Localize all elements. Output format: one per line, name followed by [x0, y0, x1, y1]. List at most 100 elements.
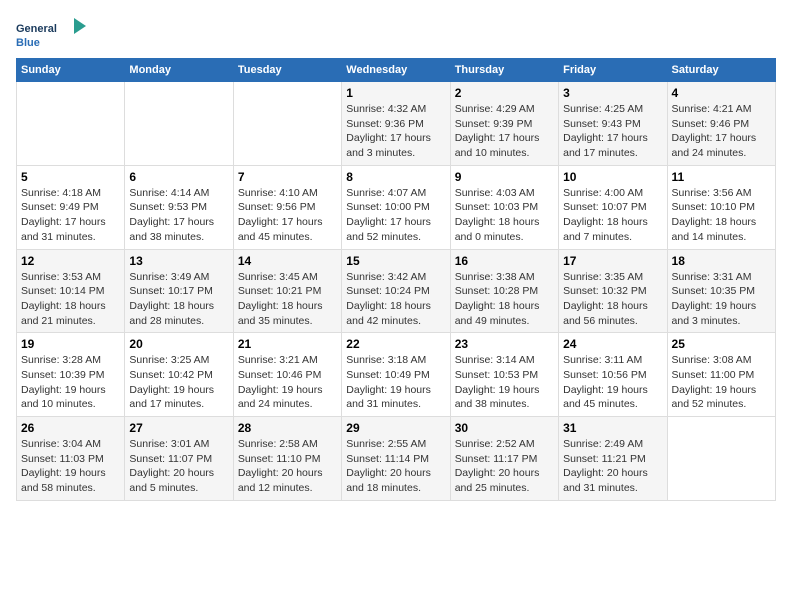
calendar-cell: 6 Sunrise: 4:14 AMSunset: 9:53 PMDaylight… [125, 165, 233, 249]
day-info: Sunrise: 2:49 AMSunset: 11:21 PMDaylight… [563, 437, 662, 496]
day-number: 2 [455, 86, 554, 100]
header-sunday: Sunday [17, 59, 125, 82]
day-number: 25 [672, 337, 771, 351]
header-thursday: Thursday [450, 59, 558, 82]
day-info: Sunrise: 4:03 AMSunset: 10:03 PMDaylight… [455, 186, 554, 245]
day-number: 29 [346, 421, 445, 435]
calendar-cell: 13 Sunrise: 3:49 AMSunset: 10:17 PMDaylig… [125, 249, 233, 333]
day-info: Sunrise: 4:00 AMSunset: 10:07 PMDaylight… [563, 186, 662, 245]
calendar-cell: 29 Sunrise: 2:55 AMSunset: 11:14 PMDaylig… [342, 417, 450, 501]
logo: General Blue [16, 16, 88, 48]
calendar-cell: 21 Sunrise: 3:21 AMSunset: 10:46 PMDaylig… [233, 333, 341, 417]
day-number: 4 [672, 86, 771, 100]
day-number: 21 [238, 337, 337, 351]
day-number: 23 [455, 337, 554, 351]
calendar-table: SundayMondayTuesdayWednesdayThursdayFrid… [16, 58, 776, 501]
day-info: Sunrise: 3:28 AMSunset: 10:39 PMDaylight… [21, 353, 120, 412]
calendar-week-row: 5 Sunrise: 4:18 AMSunset: 9:49 PMDaylight… [17, 165, 776, 249]
day-info: Sunrise: 4:18 AMSunset: 9:49 PMDaylight:… [21, 186, 120, 245]
day-info: Sunrise: 4:07 AMSunset: 10:00 PMDaylight… [346, 186, 445, 245]
day-info: Sunrise: 3:25 AMSunset: 10:42 PMDaylight… [129, 353, 228, 412]
calendar-cell: 22 Sunrise: 3:18 AMSunset: 10:49 PMDaylig… [342, 333, 450, 417]
header-tuesday: Tuesday [233, 59, 341, 82]
day-number: 30 [455, 421, 554, 435]
day-number: 28 [238, 421, 337, 435]
header-wednesday: Wednesday [342, 59, 450, 82]
day-number: 15 [346, 254, 445, 268]
calendar-cell: 11 Sunrise: 3:56 AMSunset: 10:10 PMDaylig… [667, 165, 775, 249]
day-info: Sunrise: 3:56 AMSunset: 10:10 PMDaylight… [672, 186, 771, 245]
calendar-cell: 4 Sunrise: 4:21 AMSunset: 9:46 PMDaylight… [667, 82, 775, 166]
day-number: 14 [238, 254, 337, 268]
day-info: Sunrise: 3:21 AMSunset: 10:46 PMDaylight… [238, 353, 337, 412]
day-info: Sunrise: 3:14 AMSunset: 10:53 PMDaylight… [455, 353, 554, 412]
day-info: Sunrise: 4:25 AMSunset: 9:43 PMDaylight:… [563, 102, 662, 161]
calendar-cell [17, 82, 125, 166]
calendar-cell: 24 Sunrise: 3:11 AMSunset: 10:56 PMDaylig… [559, 333, 667, 417]
day-info: Sunrise: 3:49 AMSunset: 10:17 PMDaylight… [129, 270, 228, 329]
calendar-cell: 15 Sunrise: 3:42 AMSunset: 10:24 PMDaylig… [342, 249, 450, 333]
calendar-cell: 18 Sunrise: 3:31 AMSunset: 10:35 PMDaylig… [667, 249, 775, 333]
day-info: Sunrise: 4:21 AMSunset: 9:46 PMDaylight:… [672, 102, 771, 161]
calendar-week-row: 26Sunrise: 3:04 AMSunset: 11:03 PMDaylig… [17, 417, 776, 501]
day-number: 20 [129, 337, 228, 351]
calendar-cell: 16Sunrise: 3:38 AMSunset: 10:28 PMDaylig… [450, 249, 558, 333]
day-number: 3 [563, 86, 662, 100]
day-info: Sunrise: 3:18 AMSunset: 10:49 PMDaylight… [346, 353, 445, 412]
day-info: Sunrise: 2:55 AMSunset: 11:14 PMDaylight… [346, 437, 445, 496]
calendar-header-row: SundayMondayTuesdayWednesdayThursdayFrid… [17, 59, 776, 82]
day-number: 17 [563, 254, 662, 268]
calendar-cell: 20 Sunrise: 3:25 AMSunset: 10:42 PMDaylig… [125, 333, 233, 417]
day-number: 9 [455, 170, 554, 184]
calendar-cell: 1Sunrise: 4:32 AMSunset: 9:36 PMDaylight… [342, 82, 450, 166]
day-info: Sunrise: 4:32 AMSunset: 9:36 PMDaylight:… [346, 102, 445, 161]
calendar-cell [667, 417, 775, 501]
day-number: 5 [21, 170, 120, 184]
day-number: 12 [21, 254, 120, 268]
calendar-cell: 23 Sunrise: 3:14 AMSunset: 10:53 PMDaylig… [450, 333, 558, 417]
day-number: 6 [129, 170, 228, 184]
calendar-cell: 2 Sunrise: 4:29 AMSunset: 9:39 PMDaylight… [450, 82, 558, 166]
day-info: Sunrise: 3:38 AMSunset: 10:28 PMDaylight… [455, 270, 554, 329]
day-number: 24 [563, 337, 662, 351]
day-info: Sunrise: 3:53 AMSunset: 10:14 PMDaylight… [21, 270, 120, 329]
day-info: Sunrise: 4:14 AMSunset: 9:53 PMDaylight:… [129, 186, 228, 245]
calendar-cell: 27Sunrise: 3:01 AMSunset: 11:07 PMDaylig… [125, 417, 233, 501]
calendar-cell: 5 Sunrise: 4:18 AMSunset: 9:49 PMDaylight… [17, 165, 125, 249]
day-info: Sunrise: 2:52 AMSunset: 11:17 PMDaylight… [455, 437, 554, 496]
calendar-cell: 25Sunrise: 3:08 AMSunset: 11:00 PMDaylig… [667, 333, 775, 417]
calendar-cell: 31 Sunrise: 2:49 AMSunset: 11:21 PMDaylig… [559, 417, 667, 501]
day-info: Sunrise: 3:11 AMSunset: 10:56 PMDaylight… [563, 353, 662, 412]
calendar-cell: 30 Sunrise: 2:52 AMSunset: 11:17 PMDaylig… [450, 417, 558, 501]
day-number: 7 [238, 170, 337, 184]
day-info: Sunrise: 4:10 AMSunset: 9:56 PMDaylight:… [238, 186, 337, 245]
day-number: 31 [563, 421, 662, 435]
day-info: Sunrise: 3:04 AMSunset: 11:03 PMDaylight… [21, 437, 120, 496]
day-info: Sunrise: 3:45 AMSunset: 10:21 PMDaylight… [238, 270, 337, 329]
calendar-cell [125, 82, 233, 166]
day-number: 19 [21, 337, 120, 351]
calendar-cell [233, 82, 341, 166]
calendar-cell: 3 Sunrise: 4:25 AMSunset: 9:43 PMDaylight… [559, 82, 667, 166]
day-info: Sunrise: 3:31 AMSunset: 10:35 PMDaylight… [672, 270, 771, 329]
day-number: 10 [563, 170, 662, 184]
page-header: General Blue [16, 16, 776, 48]
day-info: Sunrise: 3:42 AMSunset: 10:24 PMDaylight… [346, 270, 445, 329]
day-info: Sunrise: 2:58 AMSunset: 11:10 PMDaylight… [238, 437, 337, 496]
day-info: Sunrise: 4:29 AMSunset: 9:39 PMDaylight:… [455, 102, 554, 161]
calendar-cell: 19 Sunrise: 3:28 AMSunset: 10:39 PMDaylig… [17, 333, 125, 417]
day-info: Sunrise: 3:01 AMSunset: 11:07 PMDaylight… [129, 437, 228, 496]
day-number: 13 [129, 254, 228, 268]
calendar-cell: 7 Sunrise: 4:10 AMSunset: 9:56 PMDaylight… [233, 165, 341, 249]
calendar-cell: 8Sunrise: 4:07 AMSunset: 10:00 PMDayligh… [342, 165, 450, 249]
header-monday: Monday [125, 59, 233, 82]
svg-text:General: General [16, 23, 57, 35]
day-number: 18 [672, 254, 771, 268]
header-friday: Friday [559, 59, 667, 82]
day-number: 22 [346, 337, 445, 351]
day-number: 11 [672, 170, 771, 184]
calendar-week-row: 19 Sunrise: 3:28 AMSunset: 10:39 PMDaylig… [17, 333, 776, 417]
calendar-cell: 28 Sunrise: 2:58 AMSunset: 11:10 PMDaylig… [233, 417, 341, 501]
calendar-week-row: 12 Sunrise: 3:53 AMSunset: 10:14 PMDaylig… [17, 249, 776, 333]
calendar-cell: 17Sunrise: 3:35 AMSunset: 10:32 PMDaylig… [559, 249, 667, 333]
